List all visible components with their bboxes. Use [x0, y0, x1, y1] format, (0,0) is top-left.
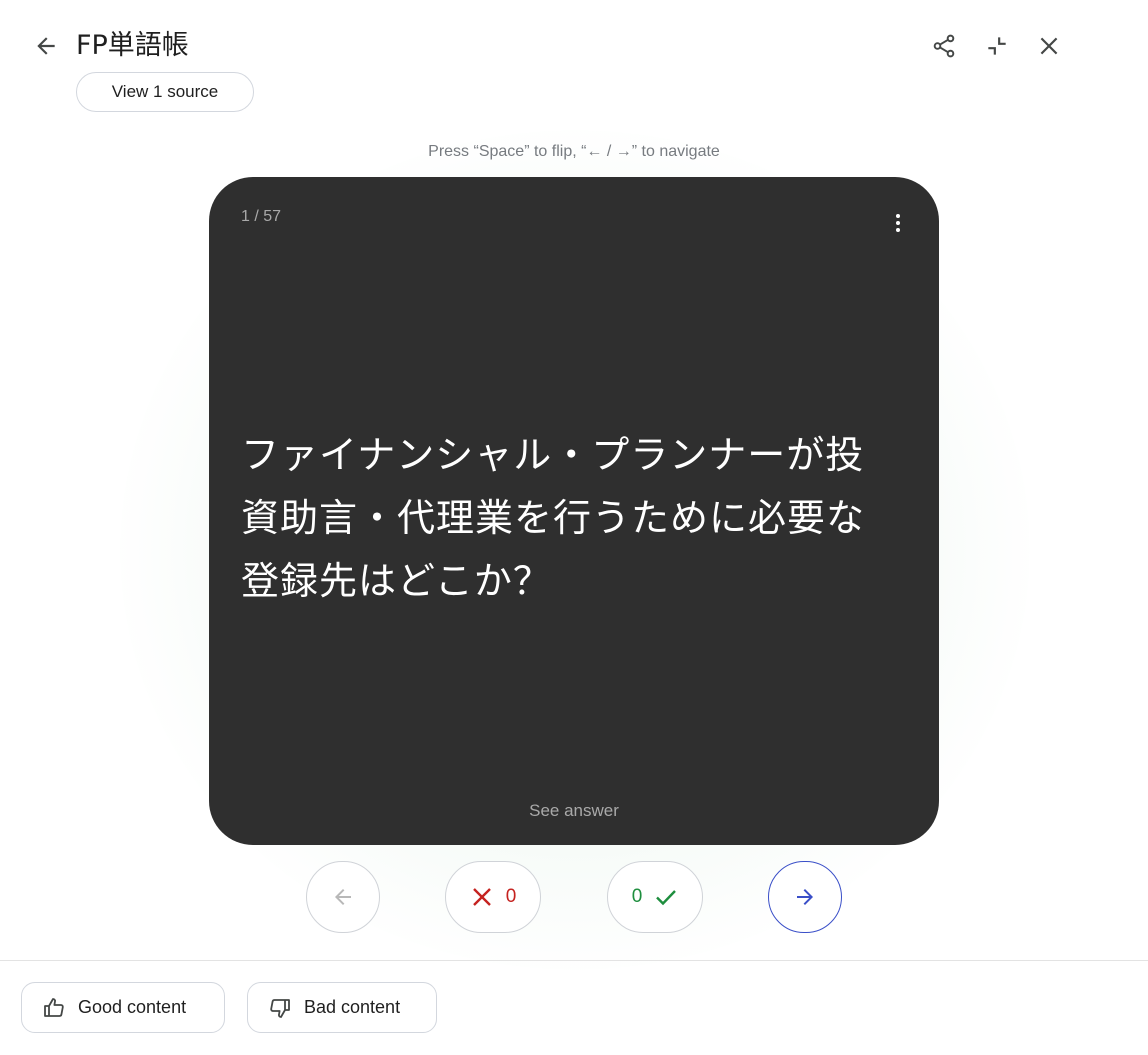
- footer-divider: [0, 960, 1148, 961]
- arrow-right-icon: [797, 889, 813, 905]
- page-title: FP単語帳: [76, 30, 189, 61]
- mark-wrong-button[interactable]: 0: [445, 861, 541, 933]
- close-icon: [1040, 37, 1058, 55]
- thumbs-up-icon: [44, 997, 64, 1017]
- see-answer-label[interactable]: See answer: [209, 801, 939, 821]
- share-button[interactable]: [924, 26, 964, 66]
- back-button[interactable]: [26, 26, 66, 66]
- good-content-label: Good content: [78, 997, 187, 1017]
- share-icon: [933, 34, 955, 58]
- flashcard[interactable]: 1 / 57 ファイナンシャル・プランナーが投資助言・代理業を行うために必要な登…: [209, 177, 939, 845]
- card-more-button[interactable]: [881, 203, 915, 243]
- card-question: ファイナンシャル・プランナーが投資助言・代理業を行うために必要な登録先はどこか？: [241, 433, 866, 603]
- bad-content-button[interactable]: Bad content: [247, 982, 437, 1033]
- card-counter: 1 / 57: [241, 208, 282, 225]
- mark-right-button[interactable]: 0: [607, 861, 703, 933]
- bad-content-label: Bad content: [304, 997, 401, 1017]
- previous-card-button[interactable]: [306, 861, 380, 933]
- wrong-count: 0: [505, 886, 517, 907]
- collapse-button[interactable]: [977, 26, 1017, 66]
- thumbs-down-icon: [270, 998, 290, 1018]
- view-source-button[interactable]: View 1 source: [76, 72, 254, 112]
- x-icon: [472, 888, 491, 906]
- arrow-left-icon: [37, 37, 55, 55]
- check-icon: [656, 890, 677, 906]
- collapse-icon: [988, 37, 1006, 55]
- more-vert-icon: [896, 214, 900, 232]
- right-count: 0: [631, 886, 643, 907]
- arrow-left-icon: [335, 889, 351, 905]
- good-content-button[interactable]: Good content: [21, 982, 225, 1033]
- next-card-button[interactable]: [768, 861, 842, 933]
- keyboard-hint: Press “Space” to flip, “← / →” to naviga…: [428, 143, 720, 160]
- close-button[interactable]: [1029, 26, 1069, 66]
